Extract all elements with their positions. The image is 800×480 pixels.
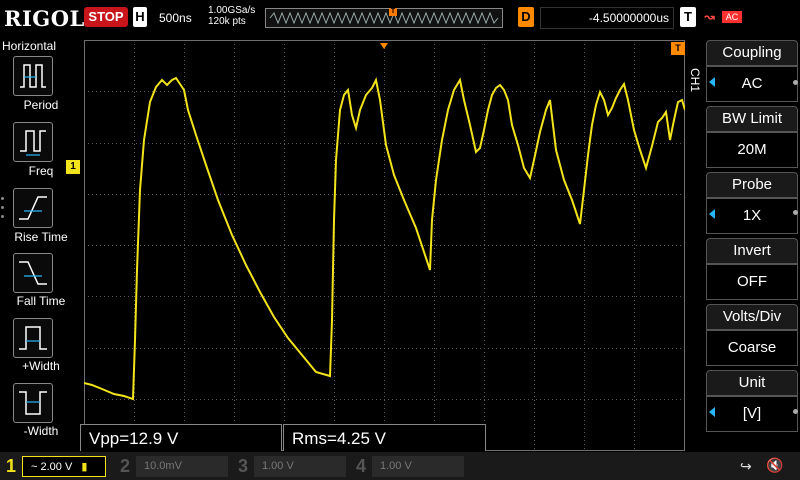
ch3-number[interactable]: 3 — [238, 454, 248, 478]
probe-menu-item[interactable]: Probe 1X — [706, 172, 798, 234]
timebase-value[interactable]: 500ns — [159, 11, 192, 25]
volts-div-value: Coarse — [706, 330, 798, 366]
ch1-scale[interactable]: ~ 2.00 V ▮ — [22, 456, 106, 477]
measurement-rms[interactable]: Rms=4.25 V — [283, 424, 486, 451]
menu-dot — [793, 80, 798, 85]
select-arrow-icon — [709, 77, 715, 87]
trigger-level-marker[interactable]: T — [671, 42, 685, 55]
negative-width-label: -Width — [23, 424, 59, 438]
trigger-position-indicator — [84, 36, 685, 49]
menu-dot — [793, 210, 798, 215]
period-icon[interactable] — [13, 56, 53, 96]
period-label: Period — [23, 98, 59, 112]
coupling-label: Coupling — [706, 40, 798, 66]
waveform-display[interactable] — [84, 40, 685, 451]
delay-value[interactable]: -4.50000000us — [540, 7, 674, 29]
ch2-number[interactable]: 2 — [120, 454, 130, 478]
negative-width-icon[interactable] — [13, 383, 53, 423]
battery-icon: ▮ — [81, 461, 88, 473]
fall-time-label: Fall Time — [16, 294, 66, 308]
coupling-value: AC — [706, 66, 798, 102]
ch1-level-marker[interactable]: 1 — [66, 160, 80, 174]
ch1-scale-value: ~ 2.00 V — [31, 461, 73, 473]
select-arrow-icon — [709, 407, 715, 417]
trigger-position-marker: T — [389, 8, 397, 16]
channel-tag: CH1 — [688, 68, 702, 93]
frequency-icon[interactable] — [13, 122, 53, 162]
memory-overview-strip[interactable] — [265, 8, 503, 28]
positive-width-label: +Width — [22, 359, 60, 373]
invert-value: OFF — [706, 264, 798, 300]
coupling-menu-item[interactable]: Coupling AC — [706, 40, 798, 102]
memory-depth: 120k pts — [208, 16, 246, 27]
usb-icon: ↪ — [740, 458, 752, 474]
select-arrow-icon — [709, 209, 715, 219]
unit-value: [V] — [706, 396, 798, 432]
probe-label: Probe — [706, 172, 798, 198]
ch3-scale[interactable]: 1.00 V — [254, 456, 346, 477]
volts-div-label: Volts/Div — [706, 304, 798, 330]
volts-div-menu-item[interactable]: Volts/Div Coarse — [706, 304, 798, 366]
invert-menu-item[interactable]: Invert OFF — [706, 238, 798, 300]
bw-limit-menu-item[interactable]: BW Limit 20M — [706, 106, 798, 168]
invert-label: Invert — [706, 238, 798, 264]
ch2-scale[interactable]: 10.0mV — [136, 456, 228, 477]
fall-time-icon[interactable] — [13, 253, 53, 293]
bw-limit-label: BW Limit — [706, 106, 798, 132]
trigger-source[interactable]: AC — [722, 11, 742, 23]
menu-page-dots — [1, 197, 5, 224]
probe-value: 1X — [706, 198, 798, 234]
horizontal-label: H — [133, 7, 147, 27]
unit-menu-item[interactable]: Unit [V] — [706, 370, 798, 432]
rising-edge-icon: ↝ — [704, 9, 715, 24]
sample-rate: 1.00GSa/s — [208, 5, 256, 16]
brand-logo: RIGOL — [4, 6, 85, 31]
trigger-label: T — [680, 7, 696, 27]
run-stop-button[interactable]: STOP — [84, 7, 128, 27]
ch4-number[interactable]: 4 — [356, 454, 366, 478]
ch4-scale[interactable]: 1.00 V — [372, 456, 464, 477]
speaker-mute-icon[interactable]: 🔇 — [766, 457, 783, 474]
positive-width-icon[interactable] — [13, 318, 53, 358]
sample-info: 1.00GSa/s 120k pts — [208, 5, 255, 27]
bw-limit-value: 20M — [706, 132, 798, 168]
unit-label: Unit — [706, 370, 798, 396]
menu-dot — [793, 409, 798, 414]
rise-time-label: Rise Time — [14, 230, 68, 244]
left-menu-title: Horizontal — [2, 39, 57, 53]
ch1-number[interactable]: 1 — [6, 454, 16, 478]
measurement-vpp[interactable]: Vpp=12.9 V — [80, 424, 282, 451]
delay-label: D — [518, 7, 534, 27]
rise-time-icon[interactable] — [13, 188, 53, 228]
